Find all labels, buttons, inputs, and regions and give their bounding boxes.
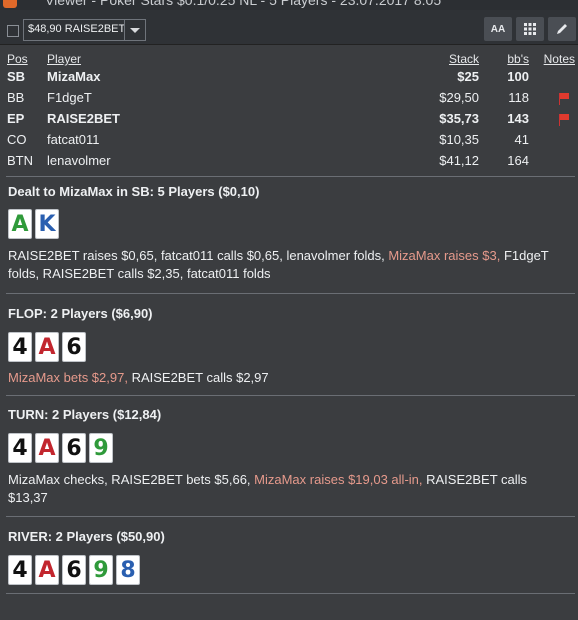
font-size-button[interactable]: AA — [484, 17, 512, 41]
title-bar: Viewer - Poker Stars $0.1/0.25 NL - 5 Pl… — [0, 0, 578, 10]
row-stack: $10,35 — [439, 132, 479, 147]
hole-cards: A K — [8, 209, 62, 239]
hero-action-text: MizaMax bets $2,97, — [8, 370, 128, 385]
card: 9 — [89, 433, 113, 463]
row-player[interactable]: fatcat011 — [47, 132, 100, 147]
toolbar: $48,90 RAISE2BET AA — [0, 10, 578, 45]
row-stack: $41,12 — [439, 153, 479, 168]
note-flag-icon[interactable] — [558, 93, 570, 105]
row-stack: $35,73 — [439, 111, 479, 126]
grid-button[interactable] — [516, 17, 544, 41]
row-bbs: 41 — [514, 132, 529, 147]
row-bbs: 164 — [507, 153, 529, 168]
row-bbs: 118 — [508, 90, 529, 105]
player-select-value: $48,90 RAISE2BET — [28, 23, 126, 35]
card: 4 — [8, 332, 32, 362]
card: 4 — [8, 433, 32, 463]
card: A — [35, 332, 59, 362]
card: 6 — [62, 433, 86, 463]
card: 6 — [62, 332, 86, 362]
card: 4 — [8, 555, 32, 585]
row-player[interactable]: MizaMax — [47, 69, 100, 84]
flop-actions: MizaMax bets $2,97, RAISE2BET calls $2,9… — [8, 369, 563, 387]
turn-title: TURN: 2 Players ($12,84) — [8, 407, 162, 422]
row-stack: $25 — [457, 69, 479, 84]
card: 6 — [62, 555, 86, 585]
divider — [6, 176, 575, 177]
row-pos: EP — [7, 111, 25, 126]
row-stack: $29,50 — [439, 90, 479, 105]
pencil-icon — [557, 24, 567, 34]
row-pos: BTN — [7, 153, 33, 168]
row-pos: BB — [7, 90, 25, 105]
note-flag-icon[interactable] — [558, 114, 570, 126]
header-pos[interactable]: Pos — [7, 52, 28, 66]
header-notes[interactable]: Notes — [544, 52, 575, 66]
header-stack[interactable]: Stack — [449, 52, 479, 66]
card: A — [35, 433, 59, 463]
app-icon — [3, 0, 17, 8]
row-pos: CO — [7, 132, 27, 147]
header-player[interactable]: Player — [47, 52, 81, 66]
header-bbs[interactable]: bb's — [507, 52, 529, 66]
action-text: RAISE2BET calls $2,97 — [127, 370, 269, 385]
river-title: RIVER: 2 Players ($50,90) — [8, 529, 165, 544]
card: A — [35, 555, 59, 585]
hero-action-text: MizaMax raises $3, — [388, 248, 501, 263]
row-player[interactable]: lenavolmer — [47, 153, 111, 168]
row-player[interactable]: RAISE2BET — [47, 111, 120, 126]
divider — [6, 293, 575, 294]
card: 8 — [116, 555, 140, 585]
board-cards: 4 A 6 9 — [8, 433, 116, 463]
card: A — [8, 209, 32, 239]
divider — [6, 395, 575, 396]
chevron-down-icon[interactable] — [124, 20, 145, 40]
font-size-label: AA — [490, 23, 506, 35]
turn-actions: MizaMax checks, RAISE2BET bets $5,66, Mi… — [8, 471, 563, 507]
board-cards: 4 A 6 — [8, 332, 89, 362]
window-title: Viewer - Poker Stars $0.1/0.25 NL - 5 Pl… — [45, 0, 442, 8]
preflop-actions: RAISE2BET raises $0,65, fatcat011 calls … — [8, 247, 563, 283]
preflop-title: Dealt to MizaMax in SB: 5 Players ($0,10… — [8, 184, 260, 199]
select-checkbox[interactable] — [7, 25, 19, 37]
hero-action-text: MizaMax raises $19,03 all-in, — [254, 472, 423, 487]
flop-title: FLOP: 2 Players ($6,90) — [8, 306, 153, 321]
row-bbs: 100 — [507, 69, 529, 84]
card: 9 — [89, 555, 113, 585]
board-cards: 4 A 6 9 8 — [8, 555, 143, 585]
row-player[interactable]: F1dgeT — [47, 90, 92, 105]
card: K — [35, 209, 59, 239]
row-bbs: 143 — [507, 111, 529, 126]
player-select-dropdown[interactable]: $48,90 RAISE2BET — [23, 19, 146, 41]
action-text: MizaMax checks, RAISE2BET bets $5,66, — [8, 472, 255, 487]
divider — [6, 593, 575, 594]
edit-button[interactable] — [548, 17, 576, 41]
action-text: RAISE2BET raises $0,65, fatcat011 calls … — [8, 248, 389, 263]
grid-icon — [524, 23, 536, 35]
row-pos: SB — [7, 69, 26, 84]
divider — [6, 516, 575, 517]
